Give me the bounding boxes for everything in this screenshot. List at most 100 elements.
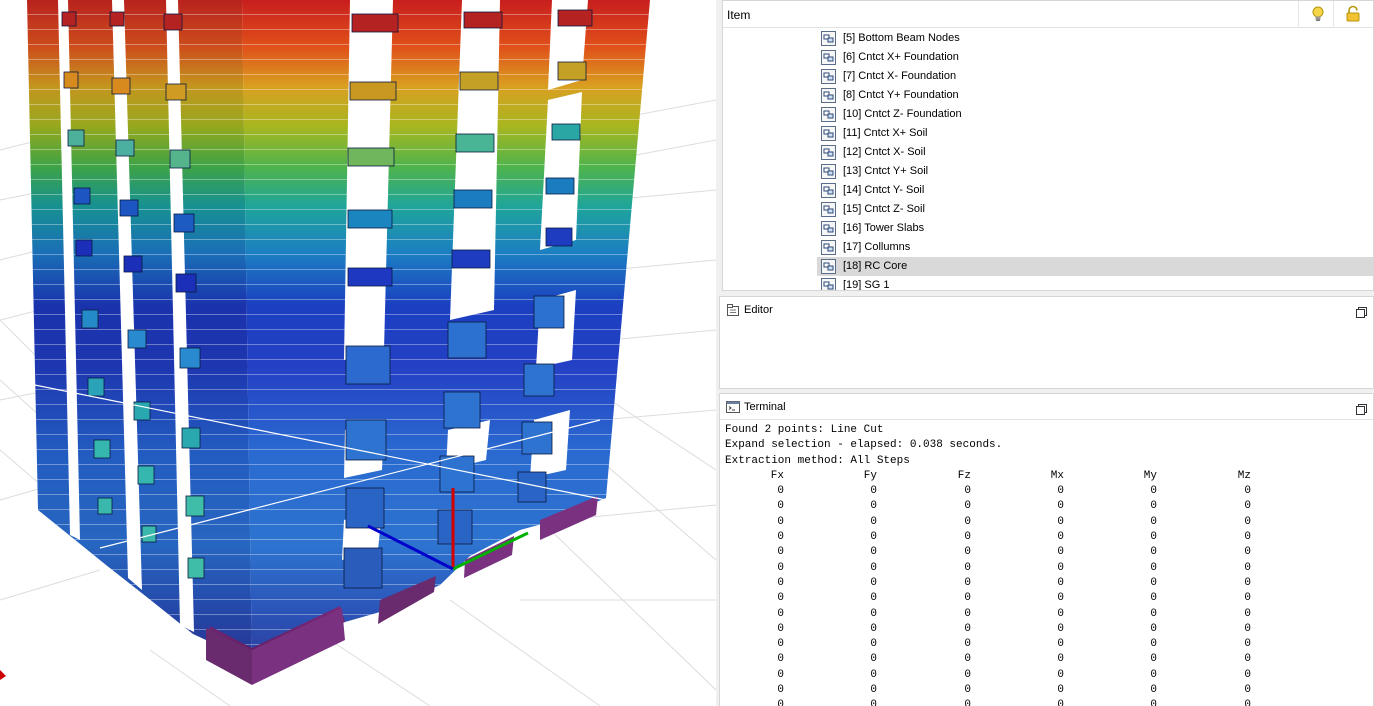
tree-item[interactable]: [13] Cntct Y+ Soil [723,162,1373,181]
3d-viewport[interactable] [0,0,716,706]
group-node-icon [821,259,836,274]
table-cell: 0 [1244,546,1251,559]
terminal-line: Expand selection - elapsed: 0.038 second… [725,439,1003,452]
table-cell: 0 [964,699,971,706]
table-cell: 0 [870,485,877,498]
table-cell: 0 [964,561,971,574]
table-row: 0 0 0 0 0 0 [725,530,1373,545]
tree-item-label: [14] Cntct Y- Soil [843,184,925,196]
table-row: 0 0 0 0 0 0 [725,622,1373,637]
table-cell: 0 [870,638,877,651]
table-cell: 0 [1057,592,1064,605]
tree-item[interactable]: [19] SG 1 [723,276,1373,291]
table-cell: 0 [964,668,971,681]
table-cell: 0 [1244,485,1251,498]
group-node-icon [821,50,836,65]
group-node-icon [821,278,836,290]
table-cell: 0 [1057,699,1064,706]
tree-item-label: [18] RC Core [843,260,908,272]
table-cell: 0 [777,576,784,589]
tree-item[interactable]: [10] Cntct Z- Foundation [723,105,1373,124]
terminal-output[interactable]: Found 2 points: Line Cut Expand selectio… [725,423,1373,706]
table-cell: 0 [1150,653,1157,666]
column-header-fx: Fx [770,469,784,482]
table-cell: 0 [1150,515,1157,528]
table-cell: 0 [870,592,877,605]
group-node-icon [821,221,836,236]
tree-item-label: [19] SG 1 [843,279,890,291]
restore-panel-icon[interactable] [1356,305,1367,318]
column-header-mz: Mz [1237,469,1251,482]
group-node-icon [821,145,836,160]
tree-item[interactable]: [15] Cntct Z- Soil [723,200,1373,219]
tree-item-label: [8] Cntct Y+ Foundation [843,89,959,101]
table-cell: 0 [1057,576,1064,589]
table-cell: 0 [1150,638,1157,651]
terminal-panel: Terminal Found 2 points: Line Cut Expand… [719,393,1374,706]
lock-icon[interactable] [1343,4,1363,24]
restore-panel-icon[interactable] [1356,402,1367,415]
table-cell: 0 [1244,515,1251,528]
table-cell: 0 [1244,622,1251,635]
tree-item[interactable]: [12] Cntct X- Soil [723,143,1373,162]
tree-item-label: [7] Cntct X- Foundation [843,70,957,82]
column-separator[interactable] [1298,1,1299,28]
force-moment-table: Fx Fy Fz Mx My Mz 0 0 0 0 0 0 0 0 0 0 0 0 0 0 0 0 0 0 0 0 0 0 0 0 0 0 0 0… [725,469,1373,706]
table-cell: 0 [777,668,784,681]
table-cell: 0 [1057,607,1064,620]
table-cell: 0 [1244,653,1251,666]
table-cell: 0 [870,561,877,574]
table-cell: 0 [777,546,784,559]
table-row: 0 0 0 0 0 0 [725,515,1373,530]
table-cell: 0 [1150,500,1157,513]
editor-panel: Editor [719,296,1374,389]
table-cell: 0 [870,622,877,635]
table-row: 0 0 0 0 0 0 [725,668,1373,683]
model-render[interactable] [0,0,716,706]
tree-item[interactable]: [17] Collumns [723,238,1373,257]
table-cell: 0 [1057,561,1064,574]
tree-item[interactable]: [5] Bottom Beam Nodes [723,29,1373,48]
table-cell: 0 [1150,622,1157,635]
table-cell: 0 [777,684,784,697]
table-cell: 0 [777,592,784,605]
table-row: 0 0 0 0 0 0 [725,591,1373,606]
table-cell: 0 [1244,607,1251,620]
group-node-icon [821,202,836,217]
table-cell: 0 [1150,592,1157,605]
tree-item[interactable]: [7] Cntct X- Foundation [723,67,1373,86]
tree-item[interactable]: [8] Cntct Y+ Foundation [723,86,1373,105]
table-row: 0 0 0 0 0 0 [725,652,1373,667]
terminal-line: Found 2 points: Line Cut [725,424,884,436]
tree-item[interactable]: [11] Cntct X+ Soil [723,124,1373,143]
tree-item-label: [12] Cntct X- Soil [843,146,926,158]
tree-item[interactable]: [6] Cntct X+ Foundation [723,48,1373,67]
terminal-line: Extraction method: All Steps [725,454,910,467]
table-cell: 0 [777,653,784,666]
tree-item-label: [17] Collumns [843,241,911,253]
table-cell: 0 [964,500,971,513]
table-cell: 0 [777,622,784,635]
group-node-icon [821,183,836,198]
table-cell: 0 [964,653,971,666]
table-cell: 0 [870,684,877,697]
tree-item[interactable]: [14] Cntct Y- Soil [723,181,1373,200]
column-separator[interactable] [1333,1,1334,28]
table-cell: 0 [870,515,877,528]
right-panel: Item [5] Bottom Beam Nodes [6] Cntct X+ … [716,0,1374,706]
column-header-item[interactable]: Item [727,8,750,22]
table-row: 0 0 0 0 0 0 [725,607,1373,622]
group-node-icon [821,164,836,179]
lightbulb-icon[interactable] [1308,4,1328,24]
table-row: 0 0 0 0 0 0 [725,545,1373,560]
table-cell: 0 [777,485,784,498]
table-cell: 0 [870,531,877,544]
tree-header: Item [723,1,1373,28]
tree-item[interactable]: [16] Tower Slabs [723,219,1373,238]
tree-item-selected[interactable]: [18] RC Core [723,257,1373,276]
table-cell: 0 [870,699,877,706]
tree-item-label: [15] Cntct Z- Soil [843,203,925,215]
table-cell: 0 [1150,546,1157,559]
table-cell: 0 [964,576,971,589]
terminal-header: Terminal [720,394,1373,420]
